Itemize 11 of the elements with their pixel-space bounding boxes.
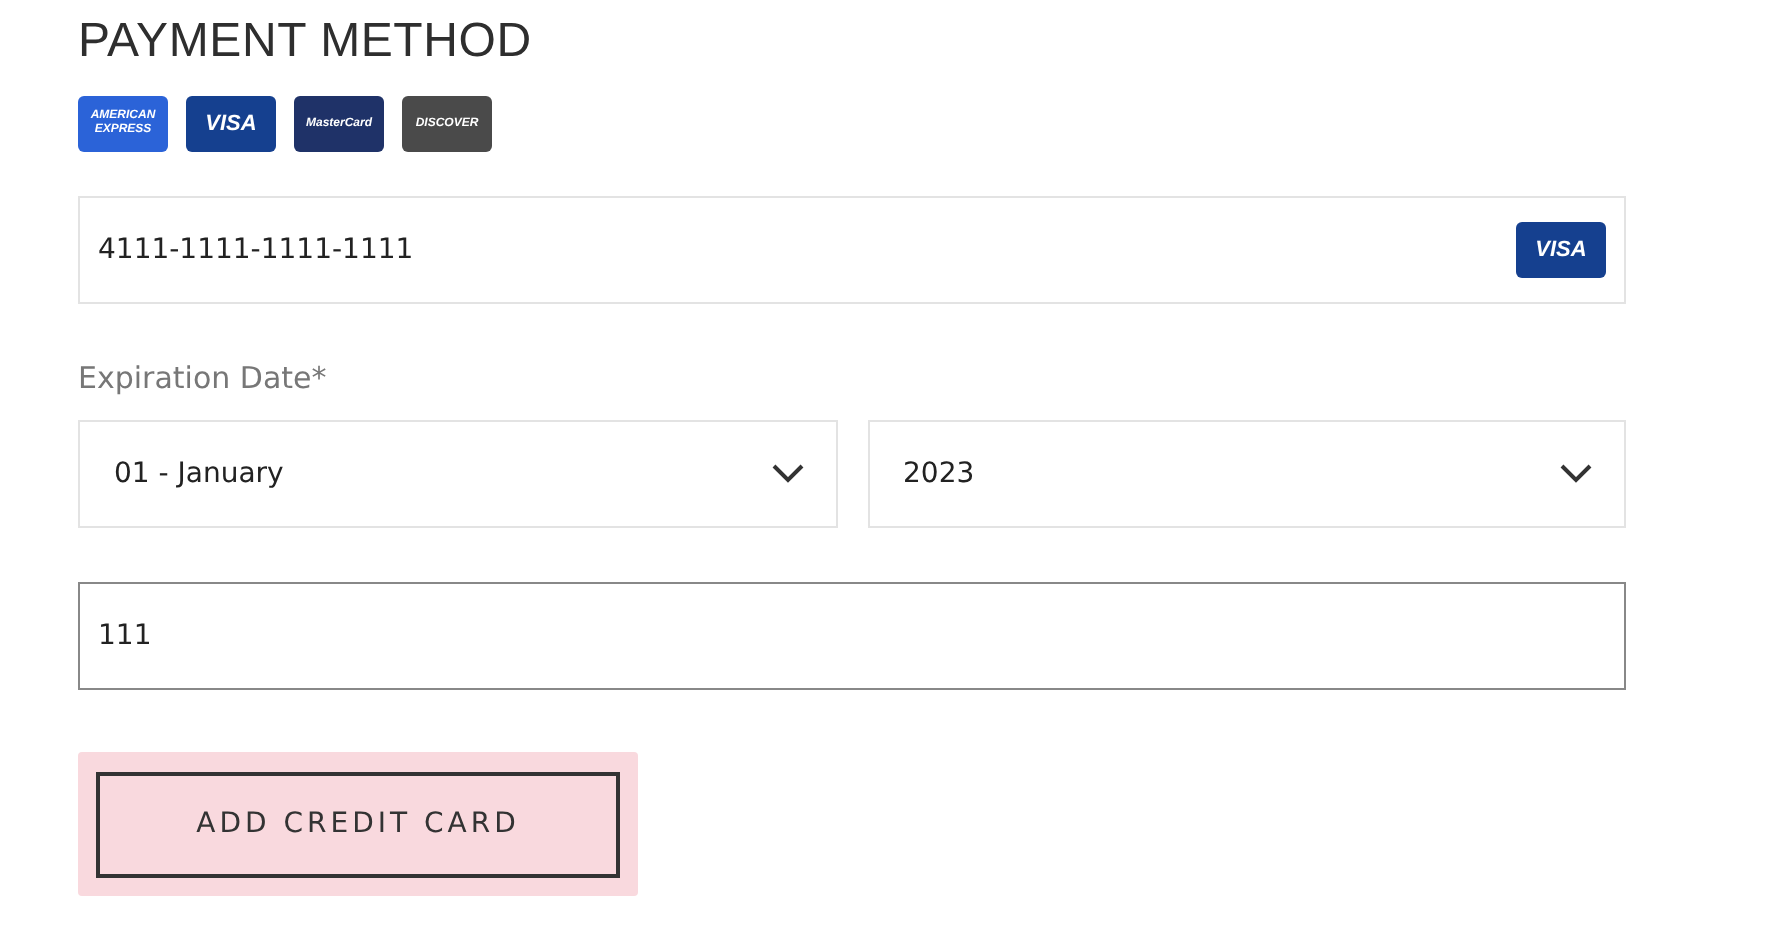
card-logo: VISA bbox=[1516, 222, 1606, 278]
cvv-field[interactable]: 111 bbox=[78, 582, 1626, 690]
add-credit-card-button[interactable]: ADD CREDIT CARD bbox=[96, 771, 620, 877]
card-number-field[interactable]: 4111-1111-1111-1111 VISA bbox=[78, 196, 1626, 304]
section-title: PAYMENT METHOD bbox=[78, 12, 534, 72]
dropdown-select[interactable]: 01 - January bbox=[78, 420, 837, 528]
dropdown-select[interactable]: 2023 bbox=[867, 420, 1626, 528]
field-label: Expiration Date* bbox=[78, 360, 329, 396]
chevron-down-icon bbox=[771, 464, 803, 484]
card-logo: VISA bbox=[186, 96, 276, 152]
chevron-down-icon bbox=[1560, 464, 1592, 484]
